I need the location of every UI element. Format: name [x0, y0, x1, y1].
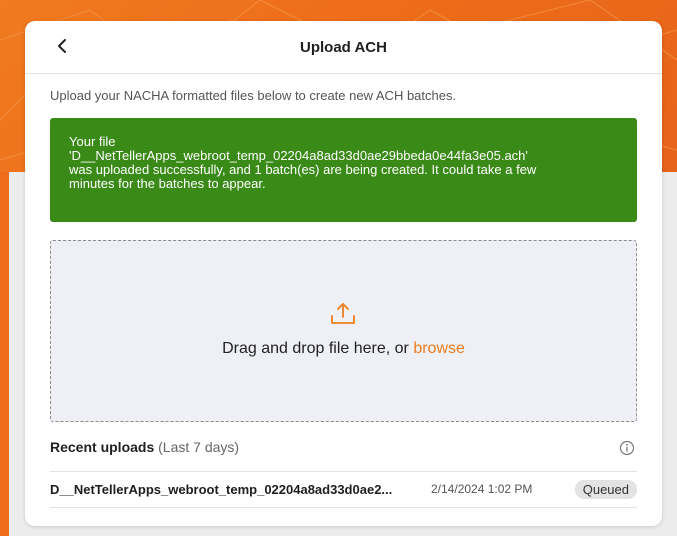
- success-alert: Your file 'D__NetTellerApps_webroot_temp…: [50, 118, 637, 222]
- recent-uploads-heading: Recent uploads (Last 7 days): [50, 439, 239, 455]
- recent-uploads-title: Recent uploads: [50, 439, 155, 455]
- recent-uploads-subtitle: (Last 7 days): [158, 439, 240, 455]
- chevron-left-icon: [58, 39, 66, 53]
- success-line-2: 'D__NetTellerApps_webroot_temp_02204a8ad…: [69, 148, 528, 163]
- dropzone-text: Drag and drop file here, or browse: [25, 340, 662, 358]
- success-line-3: was uploaded successfully, and 1 batch(e…: [69, 162, 537, 177]
- row-divider-bottom: [50, 507, 637, 508]
- back-button[interactable]: [51, 34, 75, 58]
- browse-link[interactable]: browse: [413, 340, 465, 357]
- success-line-4: minutes for the batches to appear.: [69, 176, 266, 191]
- upload-ach-dialog: Upload ACH Upload your NACHA formatted f…: [25, 21, 662, 526]
- intro-text: Upload your NACHA formatted files below …: [50, 88, 457, 103]
- dialog-header: Upload ACH: [25, 21, 662, 74]
- success-line-1: Your file: [69, 134, 116, 149]
- status-badge: Queued: [574, 479, 637, 499]
- upload-filename: D__NetTellerApps_webroot_temp_02204a8ad3…: [50, 481, 393, 497]
- upload-row[interactable]: D__NetTellerApps_webroot_temp_02204a8ad3…: [50, 472, 637, 506]
- dialog-title: Upload ACH: [300, 38, 387, 56]
- upload-icon: [331, 303, 355, 324]
- info-icon[interactable]: [619, 440, 635, 456]
- file-dropzone[interactable]: [50, 240, 637, 422]
- upload-date: 2/14/2024 1:02 PM: [431, 482, 533, 496]
- background-edge: [0, 172, 9, 536]
- dropzone-label: Drag and drop file here, or: [222, 340, 409, 357]
